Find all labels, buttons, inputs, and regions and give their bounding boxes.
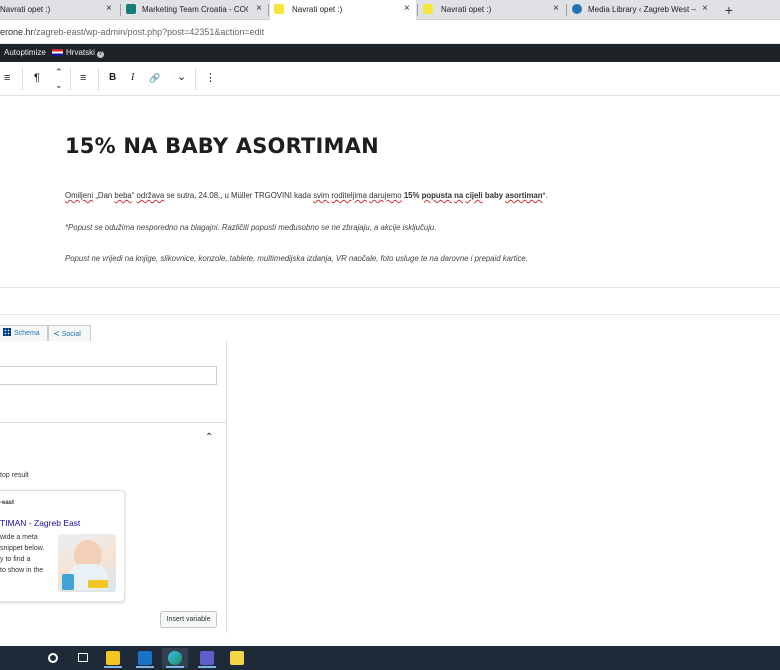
block-toolbar: ≡ ¶ ⌃ ⌄ ≡ B I 🔗 ⌄ ⋮ [0,62,780,96]
divider [0,422,227,423]
outlook-icon[interactable] [132,648,158,668]
mueller-icon [423,4,433,14]
teams-icon[interactable] [194,648,220,668]
autoptimize-menu[interactable]: Autoptimize [4,48,46,57]
italic-button[interactable]: I [131,71,134,85]
move-up-icon[interactable]: ⌃ [55,65,63,79]
grid-icon [3,328,11,336]
browser-tab-1[interactable]: Navrati opet :) × [0,0,120,20]
wordpress-icon [572,4,582,14]
divider [0,287,780,288]
browser-tab-bar: Navrati opet :) × Marketing Team Croatia… [0,0,780,20]
paragraph-block-3[interactable]: Popust ne vrijedi na knjige, slikovnice,… [65,254,528,263]
chevron-up-icon[interactable]: ⌃ [205,432,213,443]
post-title[interactable]: 15% NA BABY ASORTIMAN [65,134,379,158]
paragraph-block-1[interactable]: Omiljeni „Dan beba“ održava se sutra, 24… [65,191,548,200]
edge-icon[interactable] [162,648,188,668]
new-tab-button[interactable]: + [720,0,738,20]
tab-social[interactable]: ≺ Social [48,325,91,342]
link-icon[interactable]: 🔗 [149,71,160,85]
preview-description-line: y to find a [0,556,31,563]
language-menu[interactable]: Hrvatski? [52,48,104,58]
task-view-icon[interactable] [70,648,96,668]
mueller-icon [274,4,284,14]
align-icon[interactable]: ≡ [80,71,86,85]
preview-mode-label: top result [0,472,29,479]
tab-title: Navrati opet :) [0,5,51,14]
tab-title: Media Library ‹ Zagreb West — W [588,5,696,14]
preview-title[interactable]: TIMAN - Zagreb East [0,518,80,528]
address-bar[interactable]: erone.hr/zagreb-east/wp-admin/post.php?p… [0,20,780,44]
browser-tab-5[interactable]: Media Library ‹ Zagreb West — W × [568,0,714,20]
tab-title: Marketing Team Croatia - COOL [142,5,248,14]
focus-keyphrase-input[interactable] [0,366,217,385]
share-icon: ≺ [53,329,60,338]
sticky-notes-icon[interactable] [224,648,250,668]
help-icon: ? [96,51,104,58]
paragraph-block-2[interactable]: *Popust se odužima nesporedno na blagajn… [65,223,436,232]
close-tab-icon[interactable]: × [702,3,708,15]
block-options-icon[interactable]: ⋮ [205,71,216,85]
tab-title: Navrati opet :) [292,5,343,14]
wp-admin-bar: Autoptimize Hrvatski? [0,44,780,62]
insert-variable-button[interactable]: Insert variable [160,611,217,628]
paragraph-icon[interactable]: ¶ [34,71,40,85]
close-tab-icon[interactable]: × [256,3,262,15]
preview-description-line: snippet below. [0,545,45,552]
preview-description-line: wide a meta [0,534,38,541]
file-explorer-icon[interactable] [100,648,126,668]
preview-image [58,534,116,592]
bold-button[interactable]: B [109,71,116,85]
browser-tab-4[interactable]: Navrati opet :) × [419,0,565,20]
more-options-chevron-icon[interactable]: ⌄ [177,70,186,84]
close-tab-icon[interactable]: × [106,3,112,15]
cortana-icon[interactable] [40,648,66,668]
browser-tab-2[interactable]: Marketing Team Croatia - COOL × [122,0,267,20]
close-tab-icon[interactable]: × [404,3,410,15]
browser-tab-3[interactable]: Navrati opet :) × [270,0,416,20]
preview-site: -east [0,500,15,506]
list-view-icon[interactable]: ≡ [4,71,10,85]
tab-schema[interactable]: Schema [0,325,48,342]
windows-taskbar [0,646,780,670]
tab-title: Navrati opet :) [441,5,492,14]
move-down-icon[interactable]: ⌄ [55,78,63,92]
preview-description-line: to show in the [0,567,44,574]
croatia-flag-icon [52,49,63,56]
close-tab-icon[interactable]: × [553,3,559,15]
sharepoint-icon [126,4,136,14]
divider [0,314,780,315]
url-text[interactable]: erone.hr/zagreb-east/wp-admin/post.php?p… [0,27,264,37]
